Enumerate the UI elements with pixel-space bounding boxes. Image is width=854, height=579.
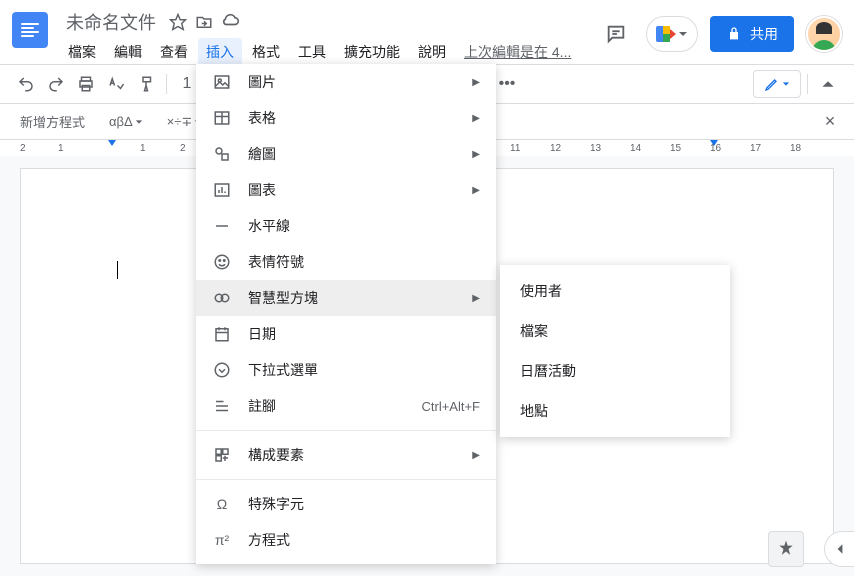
drawing-icon — [212, 144, 232, 164]
last-edit-link[interactable]: 上次編輯是在 4... — [464, 42, 571, 62]
omega-icon: Ω — [212, 494, 232, 514]
greek-letters-button[interactable]: αβΔ — [101, 110, 151, 133]
hline-icon — [212, 216, 232, 236]
insert-dropdown-item[interactable]: 下拉式選單 — [196, 352, 496, 388]
pi-icon: π² — [212, 530, 232, 550]
submenu-arrow-icon: ▶ — [472, 450, 480, 461]
new-equation-button[interactable]: 新增方程式 — [12, 108, 93, 135]
lock-icon — [726, 26, 742, 42]
smart-chip-calendar-item[interactable]: 日曆活動 — [500, 351, 730, 391]
redo-icon[interactable] — [42, 70, 70, 98]
menu-file[interactable]: 檔案 — [60, 38, 104, 66]
smart-chips-submenu: 使用者 檔案 日曆活動 地點 — [500, 265, 730, 437]
submenu-arrow-icon: ▶ — [472, 77, 480, 88]
menu-help[interactable]: 說明 — [410, 38, 454, 66]
star-icon[interactable] — [168, 12, 188, 32]
image-icon — [212, 72, 232, 92]
docs-logo[interactable] — [12, 12, 48, 48]
menu-extensions[interactable]: 擴充功能 — [336, 38, 408, 66]
menu-label: 水平線 — [248, 216, 290, 236]
chart-icon — [212, 180, 232, 200]
document-title[interactable]: 未命名文件 — [60, 7, 162, 37]
menu-label: 圖片 — [248, 72, 276, 92]
table-icon — [212, 108, 232, 128]
editing-mode-button[interactable] — [753, 70, 801, 98]
menu-label: 智慧型方塊 — [248, 288, 318, 308]
footnote-icon — [212, 396, 232, 416]
show-side-panel-button[interactable] — [824, 531, 854, 567]
print-icon[interactable] — [72, 70, 100, 98]
menu-tools[interactable]: 工具 — [290, 38, 334, 66]
menu-label: 方程式 — [248, 530, 290, 550]
insert-table-item[interactable]: 表格 ▶ — [196, 100, 496, 136]
insert-special-chars-item[interactable]: Ω 特殊字元 — [196, 486, 496, 522]
emoji-icon — [212, 252, 232, 272]
menu-insert[interactable]: 插入 — [198, 38, 242, 66]
menu-label: 日期 — [248, 324, 276, 344]
date-icon — [212, 324, 232, 344]
explore-button[interactable] — [768, 531, 804, 567]
insert-smart-chips-item[interactable]: 智慧型方塊 ▶ — [196, 280, 496, 316]
smart-chip-place-item[interactable]: 地點 — [500, 391, 730, 431]
spellcheck-icon[interactable] — [102, 70, 130, 98]
menu-label: 特殊字元 — [248, 494, 304, 514]
smart-chip-people-item[interactable]: 使用者 — [500, 271, 730, 311]
menu-label: 下拉式選單 — [248, 360, 318, 380]
paint-format-icon[interactable] — [132, 70, 160, 98]
menu-edit[interactable]: 編輯 — [106, 38, 150, 66]
submenu-arrow-icon: ▶ — [472, 113, 480, 124]
hide-menus-icon[interactable] — [814, 70, 842, 98]
move-icon[interactable] — [194, 12, 214, 32]
insert-chart-item[interactable]: 圖表 ▶ — [196, 172, 496, 208]
submenu-arrow-icon: ▶ — [472, 149, 480, 160]
menu-separator — [196, 430, 496, 431]
menu-view[interactable]: 查看 — [152, 38, 196, 66]
insert-image-item[interactable]: 圖片 ▶ — [196, 64, 496, 100]
menu-separator — [196, 479, 496, 480]
menu-label: 表情符號 — [248, 252, 304, 272]
undo-icon[interactable] — [12, 70, 40, 98]
insert-menu-dropdown: 圖片 ▶ 表格 ▶ 繪圖 ▶ 圖表 ▶ 水平線 表情符號 智慧型方塊 ▶ 日期 … — [196, 64, 496, 564]
insert-drawing-item[interactable]: 繪圖 ▶ — [196, 136, 496, 172]
insert-hline-item[interactable]: 水平線 — [196, 208, 496, 244]
menu-label: 註腳 — [248, 396, 276, 416]
insert-emoji-item[interactable]: 表情符號 — [196, 244, 496, 280]
comment-history-icon[interactable] — [598, 16, 634, 52]
building-blocks-icon — [212, 445, 232, 465]
insert-building-blocks-item[interactable]: 構成要素 ▶ — [196, 437, 496, 473]
cloud-status-icon[interactable] — [220, 12, 240, 32]
insert-date-item[interactable]: 日期 — [196, 316, 496, 352]
smart-chip-file-item[interactable]: 檔案 — [500, 311, 730, 351]
menu-label: 繪圖 — [248, 144, 276, 164]
account-avatar[interactable] — [806, 16, 842, 52]
pencil-icon — [764, 76, 780, 92]
menu-label: 構成要素 — [248, 445, 304, 465]
share-button[interactable]: 共用 — [710, 16, 794, 52]
menu-label: 圖表 — [248, 180, 276, 200]
chevron-down-icon — [782, 80, 790, 88]
smart-chips-icon — [212, 288, 232, 308]
close-equation-bar-icon[interactable]: × — [818, 110, 842, 134]
submenu-arrow-icon: ▶ — [472, 185, 480, 196]
meet-button[interactable] — [646, 16, 698, 52]
menu-format[interactable]: 格式 — [244, 38, 288, 66]
share-label: 共用 — [750, 24, 778, 44]
menu-label: 表格 — [248, 108, 276, 128]
insert-equation-item[interactable]: π² 方程式 — [196, 522, 496, 558]
text-cursor — [117, 261, 118, 279]
more-icon[interactable]: ••• — [493, 70, 521, 98]
insert-footnote-item[interactable]: 註腳 Ctrl+Alt+F — [196, 388, 496, 424]
shortcut-label: Ctrl+Alt+F — [421, 399, 480, 414]
dropdown-icon — [212, 360, 232, 380]
submenu-arrow-icon: ▶ — [472, 293, 480, 304]
